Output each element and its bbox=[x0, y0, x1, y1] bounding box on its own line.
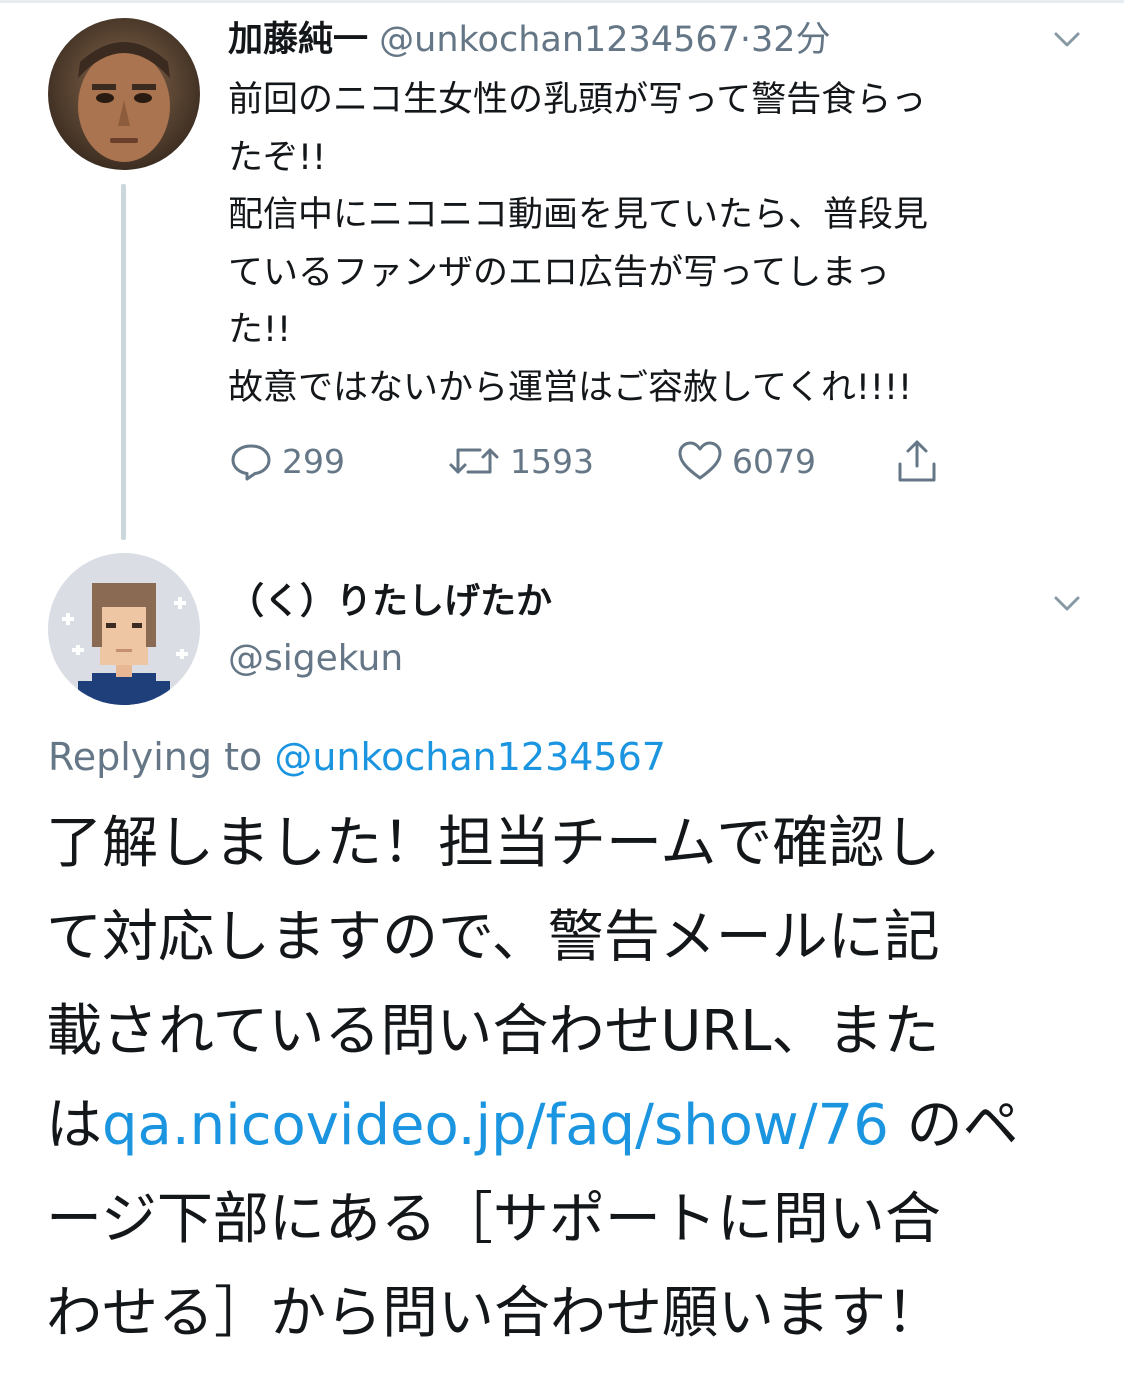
chevron-down-icon[interactable] bbox=[1048, 584, 1086, 622]
replying-to: Replying to @unkochan1234567 bbox=[48, 728, 666, 786]
tweet-text-line: 故意ではないから運営はご容赦してくれ!!!! bbox=[228, 367, 913, 408]
heart-icon bbox=[678, 441, 722, 480]
top-divider bbox=[0, 0, 1124, 3]
like-count: 6079 bbox=[732, 441, 816, 481]
reply-button[interactable]: 299 bbox=[228, 436, 345, 486]
reply-text-fragment: のペ bbox=[888, 1093, 1019, 1158]
reply-text: 了解しました！担当チームで確認し て対応しますので、警告メールに記 載されている… bbox=[46, 797, 1086, 1361]
thread-connector-line bbox=[121, 184, 126, 540]
replying-to-handle-link[interactable]: @unkochan1234567 bbox=[274, 735, 666, 779]
reply-text-line: わせる］から問い合わせ願います！ bbox=[46, 1281, 942, 1346]
share-button[interactable] bbox=[894, 436, 940, 486]
reply-count: 299 bbox=[282, 441, 345, 481]
reply-text-line: て対応しますので、警告メールに記 bbox=[46, 905, 940, 970]
display-name[interactable]: （く）りたしげたか bbox=[228, 575, 552, 629]
like-button[interactable]: 6079 bbox=[676, 436, 816, 486]
avatar[interactable] bbox=[48, 18, 200, 170]
reply-text-fragment: は bbox=[46, 1093, 102, 1158]
tweet-header: 加藤純一 @unkochan1234567·32分 bbox=[228, 14, 831, 66]
user-handle[interactable]: @sigekun bbox=[228, 632, 403, 686]
retweet-arrows-icon bbox=[449, 448, 499, 474]
display-name[interactable]: 加藤純一 bbox=[228, 20, 368, 60]
tweet-text-line: たぞ!! bbox=[228, 137, 327, 178]
tweet-text-line: た!! bbox=[228, 310, 292, 350]
user-handle[interactable]: @unkochan1234567 bbox=[379, 20, 740, 60]
timestamp[interactable]: 32分 bbox=[751, 20, 831, 60]
tweet-text-line: 前回のニコ生女性の乳頭が写って警告食らっ bbox=[228, 80, 927, 120]
replying-to-label: Replying to bbox=[48, 735, 275, 779]
tweet-text-line: 配信中にニコニコ動画を見ていたら、普段見 bbox=[228, 195, 929, 235]
tweet-text: 前回のニコ生女性の乳頭が写って警告食らっ たぞ!! 配信中にニコニコ動画を見てい… bbox=[228, 72, 1088, 417]
reply-text-line: 載されている問い合わせURL、また bbox=[46, 999, 940, 1064]
separator-dot: · bbox=[739, 20, 752, 60]
retweet-count: 1593 bbox=[510, 441, 594, 481]
speech-bubble-icon bbox=[231, 444, 271, 481]
share-upload-icon bbox=[898, 440, 936, 482]
chevron-down-icon[interactable] bbox=[1048, 20, 1086, 58]
faq-link[interactable]: qa.nicovideo.jp/faq/show/76 bbox=[102, 1093, 889, 1158]
reply-text-line: ージ下部にある［サポートに問い合 bbox=[46, 1187, 941, 1252]
retweet-button[interactable]: 1593 bbox=[446, 436, 594, 486]
tweet-text-line: ているファンザのエロ広告が写ってしまっ bbox=[228, 252, 890, 293]
avatar[interactable] bbox=[48, 553, 200, 705]
reply-text-line: 了解しました！担当チームで確認し bbox=[46, 811, 941, 876]
reply-text-line: はqa.nicovideo.jp/faq/show/76 のペ bbox=[46, 1079, 1086, 1173]
